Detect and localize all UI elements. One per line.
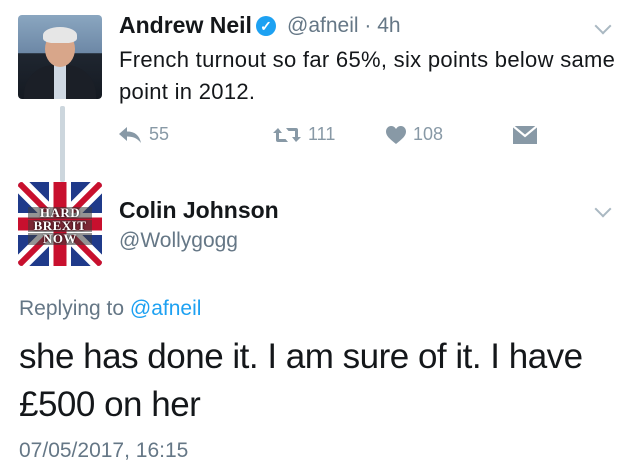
- avatar-badge-text: HARD BREXIT NOW: [22, 206, 98, 246]
- thread-line: [60, 106, 65, 182]
- tweet-time[interactable]: 4h: [377, 14, 400, 37]
- direct-message-button[interactable]: [512, 125, 538, 145]
- verified-badge-icon: ✓: [256, 16, 276, 36]
- reply-timestamp[interactable]: 07/05/2017, 16:15: [19, 439, 188, 463]
- retweet-action-button[interactable]: 111: [272, 124, 335, 145]
- reply-author-name[interactable]: Colin Johnson: [119, 197, 279, 224]
- like-action-button[interactable]: 108: [385, 124, 443, 145]
- reply-count: 55: [149, 124, 170, 144]
- reply-action-button[interactable]: 55: [117, 124, 169, 145]
- tweet-author-name[interactable]: Andrew Neil: [119, 12, 252, 39]
- avatar-shirt: [54, 65, 66, 99]
- avatar-hair: [43, 27, 77, 43]
- avatar-colin-johnson[interactable]: HARD BREXIT NOW: [18, 182, 102, 266]
- retweet-count: 111: [308, 124, 336, 144]
- reply-text: she has done it. I am sure of it. I have…: [19, 337, 583, 424]
- tweet-author-handle[interactable]: @afneil: [287, 14, 359, 37]
- tweet-meta: @afneil · 4h: [287, 14, 401, 38]
- avatar-andrew-neil[interactable]: [18, 15, 102, 99]
- reply-author-handle[interactable]: @Wollygogg: [119, 229, 238, 253]
- avatar-word-3: NOW: [28, 232, 92, 245]
- tweet-options-chevron-icon[interactable]: [594, 17, 612, 35]
- reply-options-chevron-icon[interactable]: [594, 200, 612, 218]
- reply-icon: [119, 126, 141, 143]
- meta-separator: ·: [364, 14, 372, 37]
- replying-to-line: Replying to @afneil: [19, 297, 201, 321]
- like-count: 108: [413, 124, 444, 144]
- tweet-text: French turnout so far 65%, six points be…: [119, 47, 616, 104]
- envelope-icon: [512, 125, 538, 144]
- replying-to-mention[interactable]: @afneil: [130, 297, 202, 320]
- retweet-icon: [273, 127, 301, 142]
- heart-icon: [386, 125, 406, 144]
- replying-to-label: Replying to: [19, 297, 125, 320]
